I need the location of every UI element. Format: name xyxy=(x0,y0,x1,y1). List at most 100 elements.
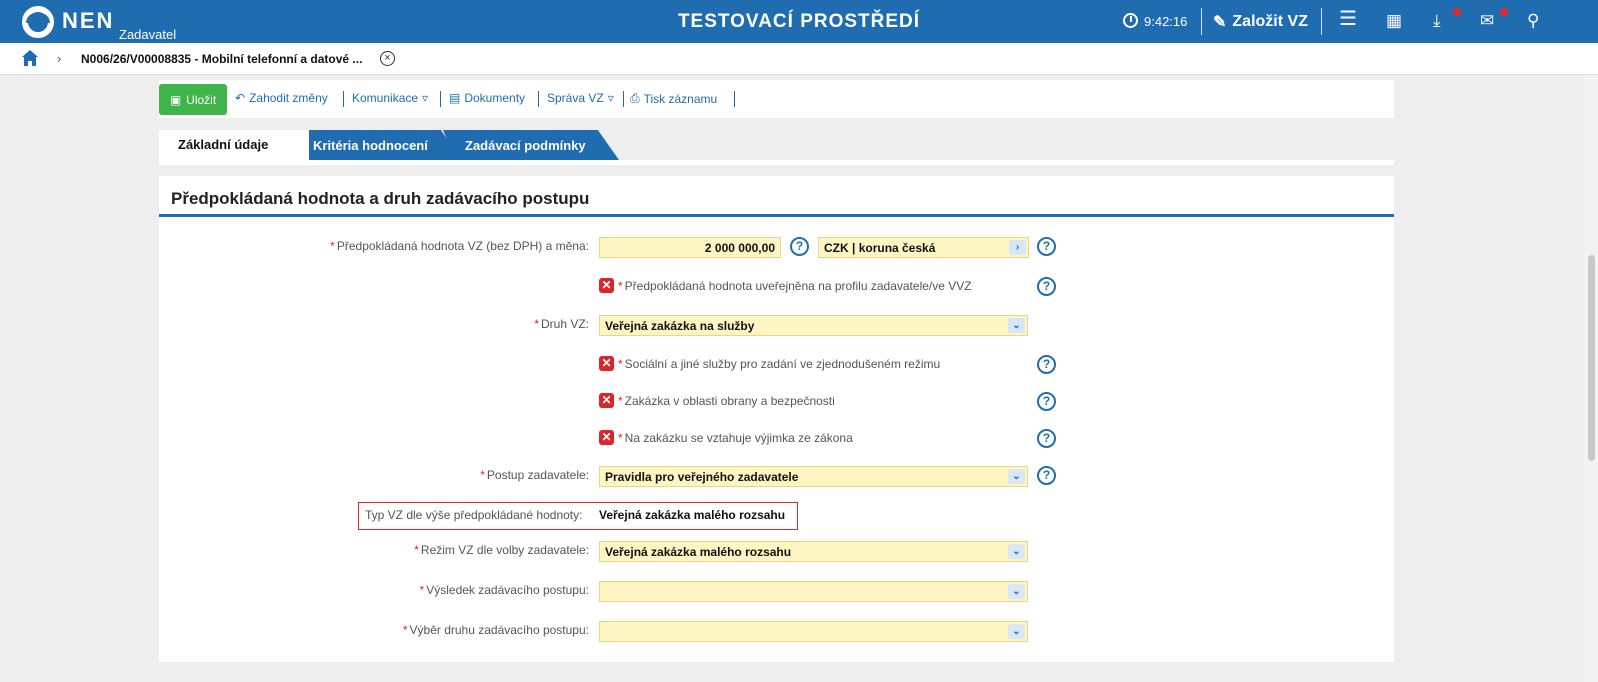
type-select[interactable]: Veřejná zakázka na služby ⌄ xyxy=(599,315,1028,336)
undo-icon: ↶ xyxy=(235,91,246,105)
save-button[interactable]: ▣ Uložit xyxy=(159,84,227,115)
chevron-down-icon: ⌄ xyxy=(1008,544,1025,559)
selection-label: * Výběr druhu zadávacího postupu: xyxy=(403,623,589,637)
currency-select[interactable]: CZK | koruna česká › xyxy=(818,237,1029,258)
required-mark: * xyxy=(534,317,539,331)
save-icon: ▣ xyxy=(169,92,182,107)
social-services-checkbox[interactable]: ✕ xyxy=(599,356,614,371)
required-mark: * xyxy=(414,543,419,557)
divider xyxy=(1321,8,1322,35)
documents-button[interactable]: ▤ Dokumenty xyxy=(449,91,525,105)
result-select[interactable]: ⌄ xyxy=(599,581,1028,602)
download-icon[interactable]: ⤓ xyxy=(1433,12,1441,30)
procedure-label-text: Postup zadavatele: xyxy=(486,468,589,482)
tab-kriteria-hodnoceni[interactable]: Kritéria hodnocení xyxy=(293,130,461,160)
save-label: Uložit xyxy=(186,92,217,107)
required-mark: * xyxy=(618,357,623,371)
required-mark: * xyxy=(618,279,623,293)
help-icon[interactable]: ? xyxy=(790,237,809,256)
panel-rule xyxy=(159,214,1394,217)
brand-name[interactable]: NEN xyxy=(62,8,114,34)
type-value: Veřejná zakázka na služby xyxy=(605,319,755,333)
print-label: Tisk záznamu xyxy=(643,91,718,106)
regime-label: * Režim VZ dle volby zadavatele: xyxy=(414,543,589,557)
environment-title: TESTOVACÍ PROSTŘEDÍ xyxy=(677,11,921,32)
printer-icon: ⎙ xyxy=(630,91,640,105)
manage-vz-menu[interactable]: Správa VZ ▿ xyxy=(547,91,614,105)
divider xyxy=(1201,8,1202,35)
help-icon[interactable]: ? xyxy=(1037,392,1056,411)
defense-checkbox[interactable]: ✕ xyxy=(599,393,614,408)
required-mark: * xyxy=(618,394,623,408)
highlight-box xyxy=(358,502,798,530)
triangle-down-icon: ▿ xyxy=(607,91,614,105)
breadcrumb-title[interactable]: N006/26/V00008835 - Mobilní telefonní a … xyxy=(81,52,362,66)
help-icon[interactable]: ? xyxy=(1037,355,1056,374)
home-icon[interactable] xyxy=(21,49,39,67)
exception-text: Na zakázku se vztahuje výjimka ze zákona xyxy=(624,431,853,445)
create-vz-label: Založit VZ xyxy=(1232,13,1308,30)
download-badge xyxy=(1453,8,1461,16)
print-button[interactable]: ⎙ Tisk záznamu xyxy=(630,91,717,106)
procedure-select[interactable]: Pravidla pro veřejného zadavatele ⌄ xyxy=(599,466,1028,487)
social-services-label: * Sociální a jiné služby pro zadání ve zj… xyxy=(618,357,940,371)
selection-label-text: Výběr druhu zadávacího postupu: xyxy=(409,623,589,637)
help-icon[interactable]: ? xyxy=(1037,277,1056,296)
required-mark: * xyxy=(330,239,335,253)
result-label-text: Výsledek zadávacího postupu: xyxy=(426,583,589,597)
published-checkbox[interactable]: ✕ xyxy=(599,278,614,293)
breadcrumb: › N006/26/V00008835 - Mobilní telefonní … xyxy=(0,43,1598,75)
help-icon[interactable]: ? xyxy=(1037,429,1056,448)
toolbar-divider xyxy=(343,91,344,107)
documents-label: Dokumenty xyxy=(464,91,526,105)
regime-label-text: Režim VZ dle volby zadavatele: xyxy=(420,543,589,557)
help-icon[interactable]: ? xyxy=(1037,237,1056,256)
regime-select[interactable]: Veřejná zakázka malého rozsahu ⌄ xyxy=(599,541,1028,562)
menu-icon[interactable]: ☰ xyxy=(1339,9,1357,29)
communication-label: Komunikace xyxy=(352,91,419,105)
published-label-text: Předpokládaná hodnota uveřejněna na prof… xyxy=(624,279,972,293)
communication-menu[interactable]: Komunikace ▿ xyxy=(352,91,428,105)
help-icon[interactable]: ? xyxy=(1037,466,1056,485)
triangle-down-icon: ▿ xyxy=(422,91,429,105)
currency-value: CZK | koruna česká xyxy=(824,241,936,255)
scrollbar-thumb[interactable] xyxy=(1588,255,1595,461)
type-label-text: Druh VZ: xyxy=(540,317,589,331)
session-time: 9:42:16 xyxy=(1144,14,1188,29)
calendar-icon[interactable]: ▦ xyxy=(1386,12,1402,30)
toolbar-divider xyxy=(734,91,735,107)
create-vz-button[interactable]: ✎ Založit VZ xyxy=(1213,12,1308,32)
user-icon[interactable]: ⚲ xyxy=(1527,12,1539,30)
toolbar-divider xyxy=(440,91,441,107)
tab-zakladni-udaje[interactable]: Základní údaje xyxy=(159,130,309,160)
tab-bar: Zadávací podmínky Kritéria hodnocení Zák… xyxy=(159,130,759,160)
mail-icon[interactable]: ✉ xyxy=(1480,12,1494,30)
top-bar: NEN Zadavatel TESTOVACÍ PROSTŘEDÍ 9:42:1… xyxy=(0,0,1598,43)
chevron-right-icon: › xyxy=(57,51,62,66)
panel-title: Předpokládaná hodnota a druh zadávacího … xyxy=(171,189,590,208)
discard-label: Zahodit změny xyxy=(249,91,328,105)
chevron-down-icon: ⌄ xyxy=(1008,584,1025,599)
value-label: * Předpokládaná hodnota VZ (bez DPH) a mě… xyxy=(330,239,589,253)
edit-icon: ✎ xyxy=(1213,14,1227,31)
toolbar-divider xyxy=(538,91,539,107)
chevron-down-icon: ⌄ xyxy=(1008,624,1025,639)
toolbar-divider xyxy=(623,91,624,107)
selection-select[interactable]: ⌄ xyxy=(599,621,1028,642)
required-mark: * xyxy=(402,623,408,637)
chevron-down-icon: ⌄ xyxy=(1008,318,1025,333)
clipboard-icon: ▤ xyxy=(449,91,461,105)
required-mark: * xyxy=(419,583,425,597)
value-label-text: Předpokládaná hodnota VZ (bez DPH) a měn… xyxy=(336,239,589,253)
procedure-label: * Postup zadavatele: xyxy=(480,468,589,482)
type-label: * Druh VZ: xyxy=(534,317,589,331)
close-icon[interactable]: × xyxy=(380,51,395,66)
published-label: * Předpokládaná hodnota uveřejněna na pro… xyxy=(618,279,972,293)
exception-checkbox[interactable]: ✕ xyxy=(599,430,614,445)
tab-zadavaci-podminky[interactable]: Zadávací podmínky xyxy=(443,130,619,160)
defense-label: * Zakázka v oblasti obrany a bezpečnosti xyxy=(618,394,835,408)
value-input[interactable]: 2 000 000,00 xyxy=(599,237,781,258)
required-mark: * xyxy=(618,431,623,445)
exception-label: * Na zakázku se vztahuje výjimka ze zákon… xyxy=(618,431,853,445)
discard-changes-button[interactable]: ↶ Zahodit změny xyxy=(235,91,328,105)
